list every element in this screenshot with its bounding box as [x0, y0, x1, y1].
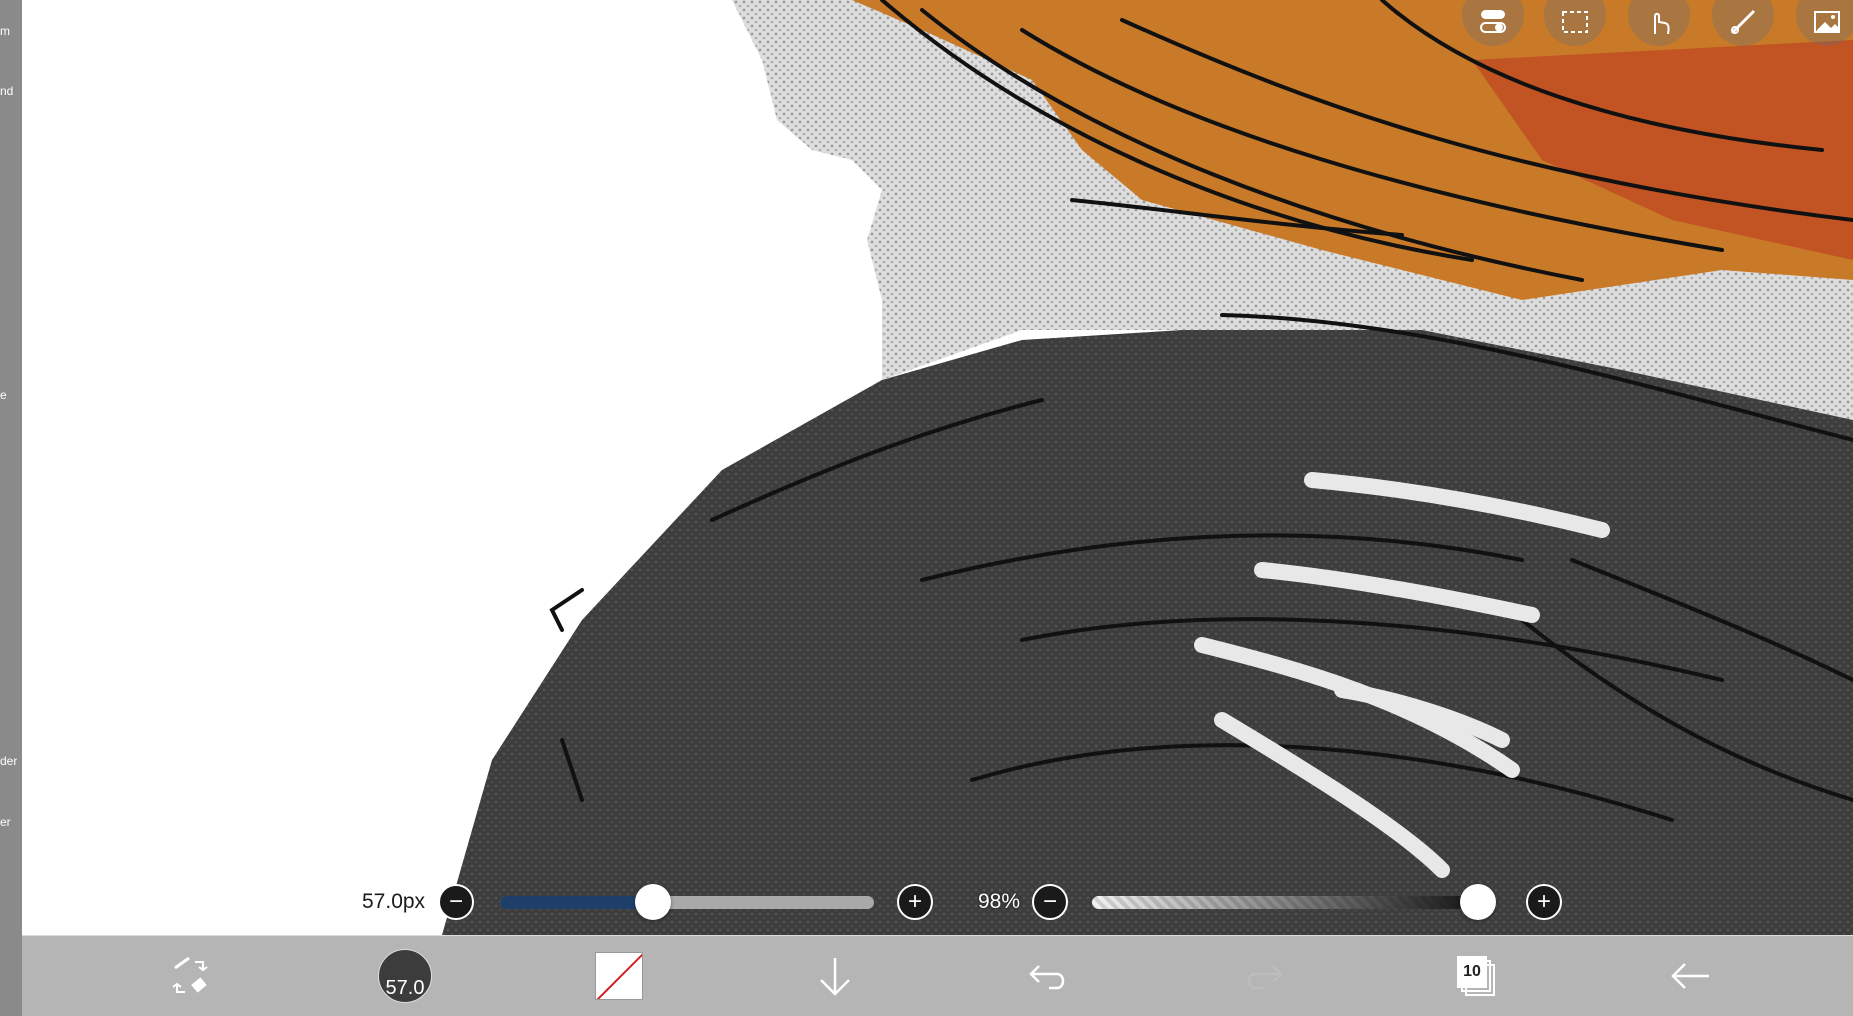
download-button[interactable] [808, 949, 862, 1003]
brush-size-label: 57.0px [362, 890, 426, 913]
minus-icon: − [448, 888, 463, 915]
layer-count: 10 [1457, 956, 1487, 988]
plus-icon: + [1536, 888, 1551, 915]
bottom-toolbar: 57.0 10 [22, 935, 1853, 1016]
undo-icon [1029, 965, 1065, 990]
brush-eraser-toggle-button[interactable] [164, 949, 218, 1003]
brush-size-decrease-button[interactable]: − [438, 884, 474, 920]
artwork [442, 0, 1853, 935]
arrow-left-icon [1671, 963, 1709, 989]
arrow-down-icon [820, 958, 850, 996]
brush-size-thumb[interactable] [635, 884, 672, 920]
left-panel-fragment: e [0, 388, 7, 402]
brush-size-button[interactable]: 57.0 [378, 949, 432, 1003]
opacity-slider[interactable] [1092, 896, 1486, 909]
opacity-thumb[interactable] [1460, 884, 1497, 920]
brush-size-badge: 57.0 [378, 949, 432, 1003]
current-color-swatch [595, 952, 643, 1000]
layers-icon: 10 [1457, 956, 1497, 996]
left-panel-fragment: der [0, 754, 18, 768]
back-button[interactable] [1664, 949, 1718, 1003]
brush-size-slider[interactable] [500, 896, 874, 909]
plus-icon: + [907, 888, 922, 915]
brush-size-fill [500, 896, 654, 909]
settings-toggle-icon [1480, 10, 1506, 33]
color-picker-button[interactable] [592, 949, 646, 1003]
ruler-icon [1730, 9, 1756, 35]
left-panel-fragment: m [0, 24, 10, 38]
undo-button[interactable] [1022, 949, 1076, 1003]
hand-icon [1654, 12, 1670, 35]
opacity-increase-button[interactable]: + [1526, 884, 1562, 920]
brush-eraser-swap-icon [172, 956, 208, 993]
minus-icon: − [1042, 888, 1057, 915]
selection-icon [1562, 11, 1588, 33]
layers-button[interactable]: 10 [1450, 949, 1504, 1003]
image-icon [1814, 11, 1840, 33]
redo-button[interactable] [1236, 949, 1290, 1003]
brush-size-badge-text: 57.0 [385, 977, 425, 999]
opacity-fill [1092, 896, 1479, 909]
left-side-panel[interactable]: m nd e der er [0, 0, 22, 1016]
left-panel-fragment: er [0, 815, 11, 829]
drawing-canvas[interactable] [22, 0, 1853, 935]
redo-icon [1247, 965, 1283, 990]
brush-size-increase-button[interactable]: + [897, 884, 933, 920]
opacity-label: 98% [978, 890, 1021, 913]
left-panel-fragment: nd [0, 84, 14, 98]
opacity-decrease-button[interactable]: − [1032, 884, 1068, 920]
brush-sliders: 57.0px − + 98% − + [0, 875, 1853, 931]
